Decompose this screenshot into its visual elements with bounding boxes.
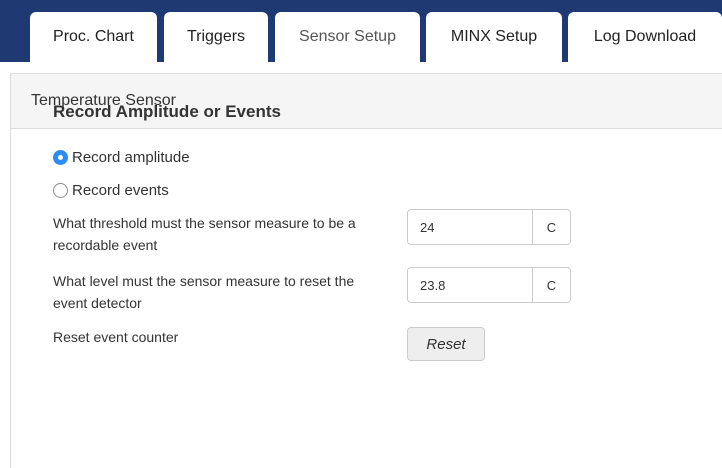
tab-sensor-setup[interactable]: Sensor Setup xyxy=(275,12,420,62)
tab-proc-chart[interactable]: Proc. Chart xyxy=(30,12,157,62)
threshold-input-group: C xyxy=(407,209,571,245)
threshold-label: What threshold must the sensor measure t… xyxy=(53,215,356,253)
radio-checked-icon[interactable] xyxy=(53,150,68,165)
threshold-input[interactable] xyxy=(407,209,533,245)
reset-counter-label: Reset event counter xyxy=(53,329,179,345)
reset-level-input[interactable] xyxy=(407,267,533,303)
radio-unchecked-icon[interactable] xyxy=(53,183,68,198)
tab-log-download[interactable]: Log Download xyxy=(568,12,722,62)
tab-triggers[interactable]: Triggers xyxy=(164,12,268,62)
tab-minx-setup[interactable]: MINX Setup xyxy=(426,12,562,62)
reset-button[interactable]: Reset xyxy=(407,327,485,361)
radio-label-amplitude: Record amplitude xyxy=(72,149,190,166)
reset-level-unit: C xyxy=(533,267,571,303)
radio-record-amplitude[interactable]: Record amplitude xyxy=(53,149,190,166)
reset-level-label: What level must the sensor measure to re… xyxy=(53,273,355,311)
reset-level-input-group: C xyxy=(407,267,571,303)
threshold-unit: C xyxy=(533,209,571,245)
section-title: Record Amplitude or Events xyxy=(53,102,281,121)
radio-label-events: Record events xyxy=(72,182,169,199)
tab-bar: Proc. Chart Triggers Sensor Setup MINX S… xyxy=(0,0,722,62)
radio-record-events[interactable]: Record events xyxy=(53,182,169,199)
